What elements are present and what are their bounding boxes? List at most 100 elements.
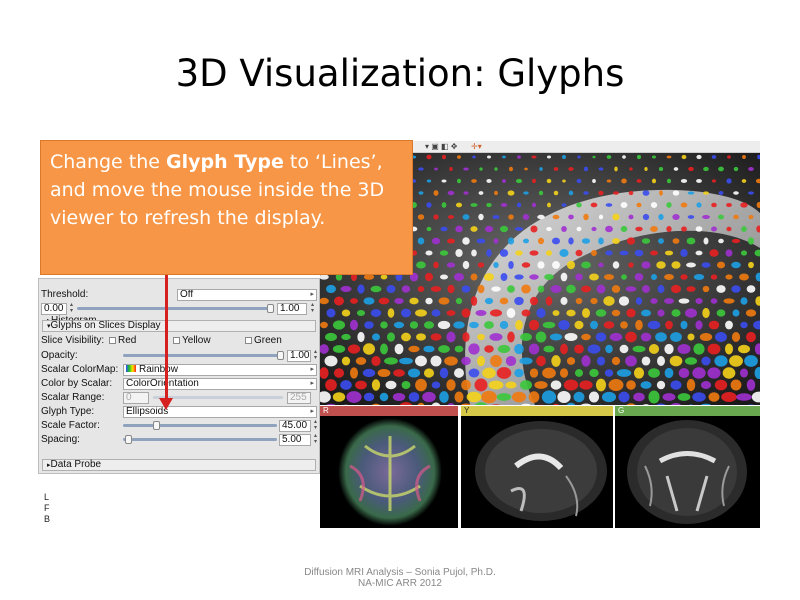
- slice-visibility-label: Slice Visibility:: [41, 335, 105, 346]
- spacing-slider-track[interactable]: [123, 438, 277, 441]
- glyph-ellipsoid: [576, 178, 582, 184]
- glyph-ellipsoid: [371, 379, 381, 391]
- color-by-select[interactable]: ColorOrientation ▸: [123, 377, 317, 390]
- glyph-ellipsoid: [716, 285, 726, 293]
- range-min-field[interactable]: 0.00: [41, 302, 67, 315]
- glyphs-section-header[interactable]: ▾Glyphs on Slices Display: [42, 320, 316, 332]
- threshold-label: Threshold:: [41, 289, 89, 300]
- glyph-ellipsoid: [439, 250, 449, 256]
- glyph-ellipsoid: [671, 309, 681, 317]
- scale-factor-slider-handle[interactable]: [153, 421, 160, 430]
- glyph-ellipsoid: [693, 273, 705, 281]
- spacing-slider-handle[interactable]: [125, 435, 132, 444]
- glyph-ellipsoid: [494, 190, 498, 196]
- glyph-ellipsoid: [598, 262, 604, 268]
- glyph-ellipsoid: [664, 343, 674, 355]
- slice-bar-green[interactable]: G: [615, 406, 760, 416]
- glyph-ellipsoid: [394, 343, 404, 355]
- glyph-ellipsoid: [546, 250, 552, 256]
- opacity-slider-track[interactable]: [123, 354, 281, 357]
- glyph-ellipsoid: [739, 273, 749, 281]
- scale-factor-field[interactable]: 45.00: [279, 419, 311, 432]
- glyph-ellipsoid: [716, 261, 726, 269]
- glyph-ellipsoid: [543, 345, 555, 353]
- glyph-ellipsoid: [566, 309, 576, 317]
- glyph-ellipsoid: [536, 355, 546, 367]
- range-max-field[interactable]: 1.00: [277, 302, 307, 315]
- glyph-ellipsoid: [437, 320, 451, 330]
- slice-bar-red[interactable]: R: [320, 406, 458, 416]
- glyph-ellipsoid: [621, 178, 627, 184]
- glyph-ellipsoid: [692, 392, 706, 402]
- range-slider-track[interactable]: [77, 307, 273, 310]
- glyph-ellipsoid: [575, 273, 583, 281]
- glyph-ellipsoid: [341, 309, 351, 317]
- glyph-ellipsoid: [514, 227, 524, 231]
- glyph-ellipsoid: [426, 154, 432, 160]
- glyph-type-select[interactable]: Ellipsoids ▸: [123, 405, 317, 418]
- spinner-icon[interactable]: ▴ ▾: [309, 302, 316, 314]
- glyph-ellipsoid: [479, 167, 483, 171]
- glyph-ellipsoid: [409, 297, 419, 305]
- glyph-ellipsoid: [399, 357, 413, 365]
- glyph-ellipsoid: [551, 355, 561, 367]
- glyph-ellipsoid: [740, 321, 748, 329]
- slice-bar-yellow[interactable]: Y: [461, 406, 613, 416]
- glyph-ellipsoid: [703, 191, 709, 195]
- glyph-ellipsoid: [462, 237, 470, 245]
- glyph-ellipsoid: [401, 285, 411, 293]
- scale-factor-row: Scale Factor: 45.00 ▴ ▾: [41, 419, 317, 432]
- spinner-icon[interactable]: ▴ ▾: [312, 419, 319, 431]
- glyph-ellipsoid: [641, 356, 651, 366]
- glyph-ellipsoid: [508, 214, 514, 220]
- crosshair-icon[interactable]: ✛▾: [471, 142, 482, 151]
- glyph-ellipsoid: [463, 167, 469, 171]
- glyph-ellipsoid: [702, 307, 710, 319]
- checkbox-icon: [173, 336, 180, 344]
- spacing-field[interactable]: 5.00: [279, 433, 311, 446]
- glyph-ellipsoid: [457, 178, 461, 184]
- scalar-range-min-field[interactable]: 0: [123, 391, 149, 404]
- glyph-ellipsoid: [611, 285, 621, 293]
- glyph-ellipsoid: [522, 213, 530, 221]
- threshold-select[interactable]: Off ▸: [177, 288, 317, 301]
- glyph-ellipsoid: [490, 355, 502, 367]
- opacity-field[interactable]: 1.00: [287, 349, 311, 362]
- slice-yellow-checkbox[interactable]: Yellow: [173, 335, 211, 346]
- glyph-ellipsoid: [468, 368, 480, 378]
- colormap-select[interactable]: Rainbow ▸: [123, 363, 317, 376]
- glyph-ellipsoid: [601, 391, 617, 403]
- range-slider-handle[interactable]: [267, 304, 274, 313]
- data-probe-header[interactable]: ▸Data Probe: [42, 459, 316, 471]
- glyph-ellipsoid: [581, 238, 591, 244]
- spinner-icon[interactable]: ▴ ▾: [312, 433, 319, 445]
- glyph-ellipsoid: [515, 178, 523, 184]
- slice-green-checkbox[interactable]: Green: [245, 335, 282, 346]
- slice-red-checkbox[interactable]: Red: [109, 335, 136, 346]
- glyph-ellipsoid: [551, 237, 561, 245]
- scalar-range-max-field[interactable]: 255: [287, 391, 311, 404]
- glyph-ellipsoid: [416, 333, 426, 341]
- glyph-ellipsoid: [733, 214, 739, 220]
- glyph-ellipsoid: [665, 320, 673, 330]
- glyph-ellipsoid: [723, 298, 735, 304]
- opacity-slider-handle[interactable]: [277, 351, 284, 360]
- slice-view-green[interactable]: G: [615, 406, 760, 528]
- glyph-ellipsoid: [680, 320, 688, 330]
- glyph-ellipsoid: [590, 320, 598, 330]
- scalar-range-row: Scalar Range: 0 255: [41, 391, 317, 404]
- scale-factor-slider-track[interactable]: [123, 424, 277, 427]
- spinner-icon[interactable]: ▴ ▾: [68, 302, 75, 314]
- layout-icon[interactable]: ▾ ▣ ◧ ✥: [425, 142, 458, 151]
- slice-view-yellow[interactable]: Y: [461, 406, 613, 528]
- glyph-ellipsoid: [658, 213, 664, 221]
- glyph-ellipsoid: [446, 310, 456, 316]
- glyph-ellipsoid: [534, 381, 548, 389]
- glyph-ellipsoid: [666, 178, 672, 184]
- glyph-ellipsoid: [453, 321, 465, 329]
- spinner-icon[interactable]: ▴ ▾: [312, 349, 319, 361]
- glyph-ellipsoid: [725, 274, 733, 280]
- slice-view-red[interactable]: R: [320, 406, 458, 528]
- glyph-ellipsoid: [325, 379, 337, 391]
- glyph-ellipsoid: [633, 392, 645, 402]
